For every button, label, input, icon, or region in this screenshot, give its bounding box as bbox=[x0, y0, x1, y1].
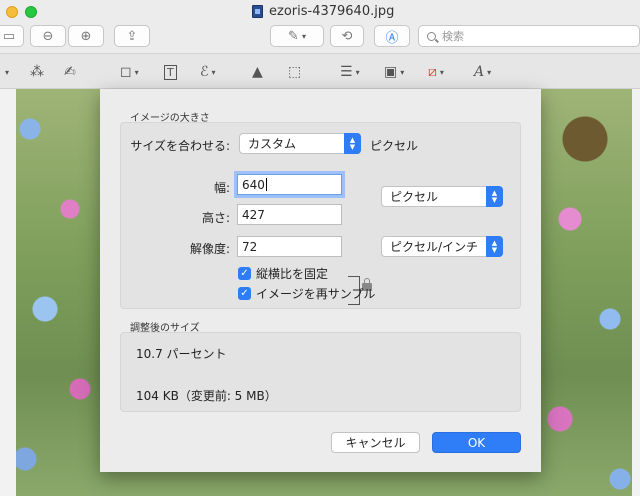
zoom-in-button[interactable]: ⊕ bbox=[68, 25, 104, 47]
markup-toolbar: ▾ ⁂ ✍ ◻ ▾ T ℰ ▾ ▲ ⬚ ☰ ▾ ▣ ▾ ⧄ ▾ A ▾ bbox=[0, 53, 640, 89]
height-field[interactable]: 427 bbox=[237, 204, 342, 225]
chevron-down-icon: ▾ bbox=[487, 67, 492, 77]
markup-toolbar-button[interactable]: ✎ ▾ bbox=[270, 25, 324, 47]
document-icon bbox=[252, 5, 263, 18]
selection-tool[interactable]: ▾ bbox=[2, 62, 9, 82]
canvas-margin-left bbox=[0, 89, 16, 496]
ok-button[interactable]: OK bbox=[432, 432, 521, 453]
chevron-down-icon: ▾ bbox=[5, 67, 10, 77]
chevron-down-icon: ▾ bbox=[400, 67, 405, 77]
resolution-unit-value: ピクセル/インチ bbox=[390, 240, 479, 254]
text-cursor bbox=[265, 178, 267, 191]
line-style-icon: ☰ bbox=[340, 64, 353, 80]
checkmark-icon: ✓ bbox=[238, 267, 251, 280]
text-style-icon: A bbox=[474, 64, 485, 80]
chevron-down-icon: ▾ bbox=[439, 67, 444, 77]
scale-proportionally-label: 縦横比を固定 bbox=[256, 267, 329, 281]
fit-into-popup[interactable]: カスタム ▲ ▼ bbox=[239, 133, 361, 154]
shapes-tool[interactable]: ◻ ▾ bbox=[120, 62, 139, 82]
rotate-icon: ⟲ bbox=[341, 28, 353, 44]
text-style-tool[interactable]: A ▾ bbox=[474, 62, 491, 82]
resolution-unit-popup[interactable]: ピクセル/インチ ▲ ▼ bbox=[381, 236, 503, 257]
chevron-down-icon: ▾ bbox=[355, 67, 360, 77]
signature-icon: ℰ bbox=[200, 64, 209, 80]
window-title-group: ezoris-4379640.jpg bbox=[252, 4, 394, 19]
resolution-label: 解像度: bbox=[189, 242, 230, 256]
width-value: 640 bbox=[242, 177, 265, 192]
fit-into-label: サイズを合わせる: bbox=[130, 139, 230, 153]
border-color-tool[interactable]: ▣ ▾ bbox=[384, 62, 404, 82]
magic-wand-icon: ⁂ bbox=[30, 64, 44, 80]
chevron-down-icon: ▾ bbox=[301, 31, 306, 41]
adjust-color-icon: ▲ bbox=[252, 64, 263, 80]
resample-label: イメージを再サンプル bbox=[256, 287, 376, 301]
result-percent: 10.7 パーセント bbox=[136, 347, 227, 361]
markup-icon: Ⓐ bbox=[385, 30, 399, 46]
dimension-unit-popup[interactable]: ピクセル ▲ ▼ bbox=[381, 186, 503, 207]
adjust-size-sheet: イメージの大きさ サイズを合わせる: カスタム ▲ ▼ ピクセル 幅: 640 高… bbox=[100, 89, 541, 472]
rotate-button[interactable]: ⟲ bbox=[330, 25, 364, 47]
popup-arrows-icon: ▲ ▼ bbox=[486, 186, 503, 207]
adjust-color-tool[interactable]: ▲ bbox=[252, 62, 263, 82]
popup-arrows-icon: ▲ ▼ bbox=[344, 133, 361, 154]
minimize-button[interactable] bbox=[6, 6, 18, 18]
checkmark-icon: ✓ bbox=[238, 287, 251, 300]
zoom-out-button[interactable]: ⊖ bbox=[30, 25, 66, 47]
sketch-tool[interactable]: ✍ bbox=[64, 62, 76, 82]
result-size: 104 KB（変更前: 5 MB） bbox=[136, 389, 277, 403]
markup-button[interactable]: Ⓐ bbox=[374, 25, 410, 47]
title-bar: ezoris-4379640.jpg bbox=[0, 0, 640, 23]
instant-alpha-tool[interactable]: ⁂ bbox=[30, 62, 44, 82]
border-color-icon: ▣ bbox=[384, 64, 398, 80]
line-style-tool[interactable]: ☰ ▾ bbox=[340, 62, 360, 82]
fill-color-tool[interactable]: ⧄ ▾ bbox=[428, 62, 444, 82]
window-title: ezoris-4379640.jpg bbox=[269, 4, 395, 19]
scale-proportionally-checkbox[interactable]: ✓ 縦横比を固定 bbox=[238, 265, 328, 282]
search-placeholder: 検索 bbox=[442, 30, 464, 43]
resample-checkbox[interactable]: ✓ イメージを再サンプル bbox=[238, 285, 375, 302]
shapes-icon: ◻ bbox=[120, 64, 132, 80]
share-button[interactable]: ⇪ bbox=[114, 25, 150, 47]
zoom-button[interactable] bbox=[25, 6, 37, 18]
search-field[interactable]: 検索 bbox=[418, 25, 640, 47]
zoom-out-icon: ⊖ bbox=[42, 28, 54, 44]
signature-tool[interactable]: ℰ ▾ bbox=[200, 62, 216, 82]
sidebar-toggle-button[interactable]: ▭ bbox=[0, 25, 24, 47]
fit-unit-label: ピクセル bbox=[370, 139, 419, 153]
chevron-down-icon: ▾ bbox=[211, 67, 216, 77]
crop-icon: ⬚ bbox=[288, 64, 302, 80]
cancel-button[interactable]: キャンセル bbox=[331, 432, 420, 453]
share-icon: ⇪ bbox=[126, 28, 138, 44]
width-field[interactable]: 640 bbox=[237, 174, 342, 195]
pen-icon: ✎ bbox=[288, 28, 299, 44]
height-label: 高さ: bbox=[201, 211, 230, 225]
popup-arrows-icon: ▲ ▼ bbox=[486, 236, 503, 257]
canvas-margin-right bbox=[632, 89, 640, 496]
text-tool[interactable]: T bbox=[164, 62, 177, 82]
search-icon bbox=[427, 31, 436, 41]
sidebar-icon: ▭ bbox=[2, 28, 16, 44]
resolution-value: 72 bbox=[242, 239, 258, 254]
fill-color-icon: ⧄ bbox=[428, 64, 437, 80]
crop-tool[interactable]: ⬚ bbox=[288, 62, 301, 82]
fit-into-value: カスタム bbox=[248, 137, 297, 151]
resolution-field[interactable]: 72 bbox=[237, 236, 342, 257]
text-icon: T bbox=[164, 64, 177, 80]
chevron-down-icon: ▾ bbox=[134, 67, 139, 77]
sketch-pen-icon: ✍ bbox=[64, 64, 76, 80]
height-value: 427 bbox=[242, 207, 265, 222]
width-label: 幅: bbox=[213, 181, 230, 195]
zoom-in-icon: ⊕ bbox=[80, 28, 92, 44]
dimension-unit-value: ピクセル bbox=[390, 190, 439, 204]
